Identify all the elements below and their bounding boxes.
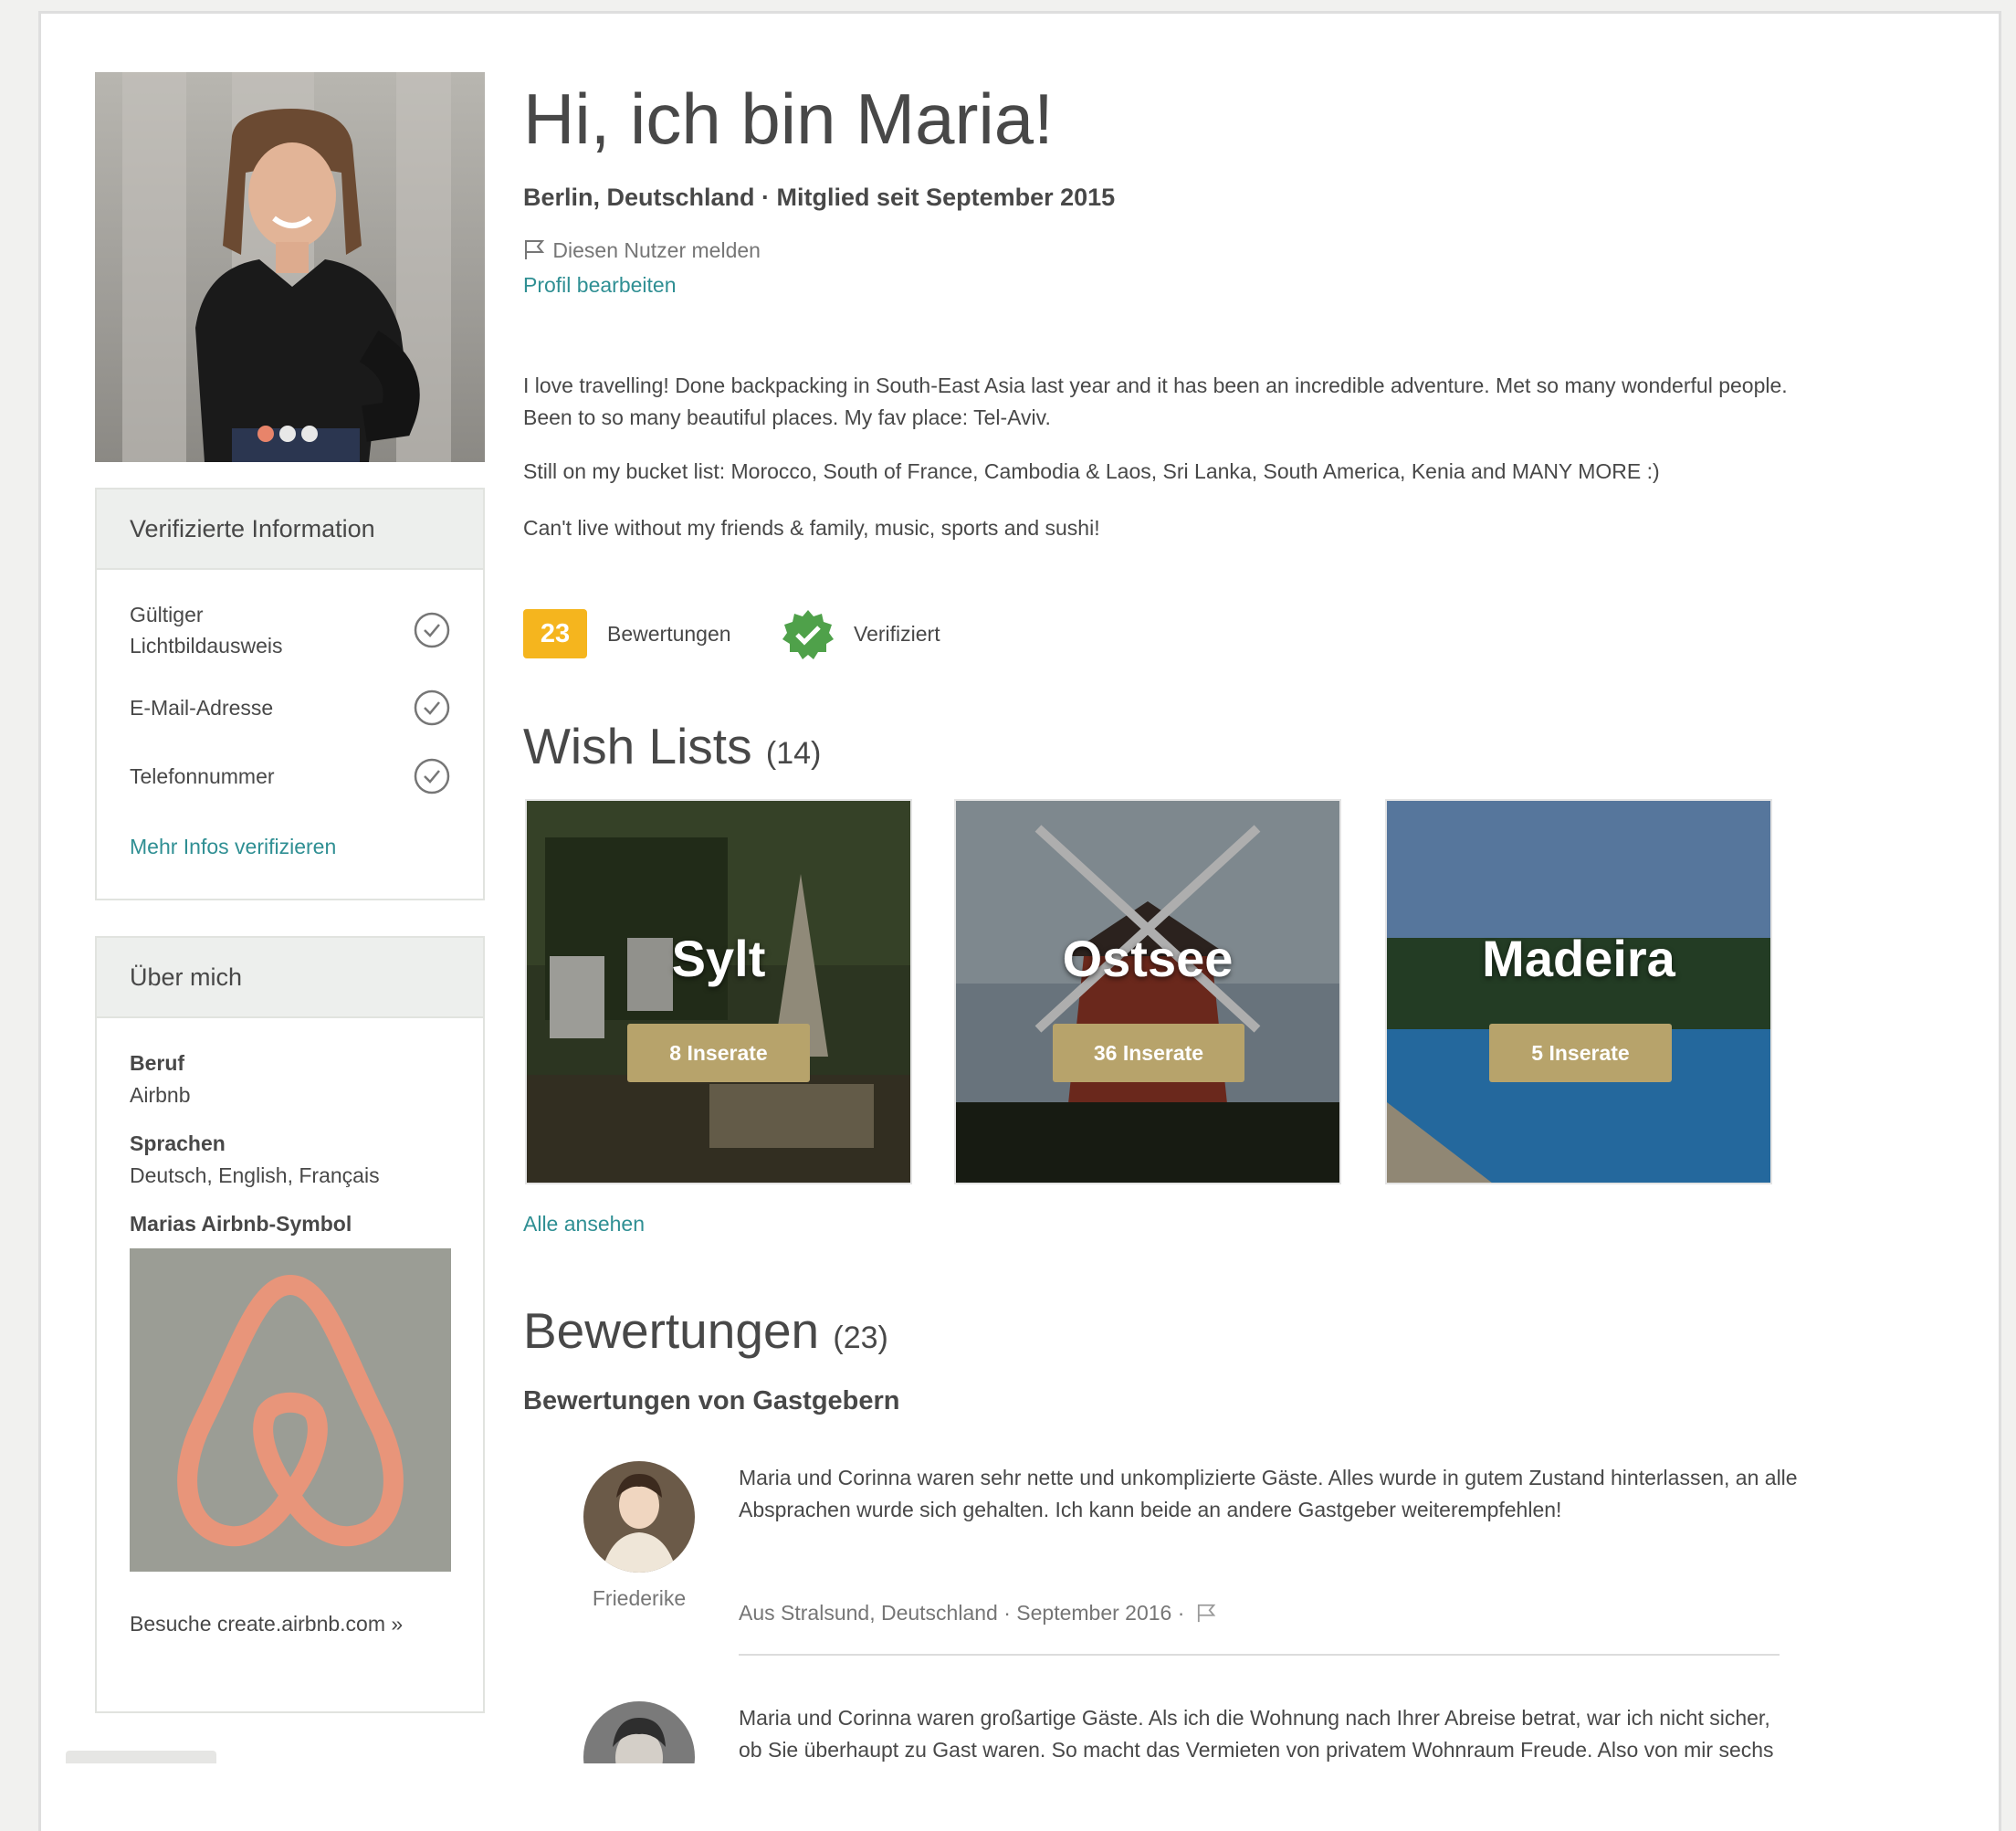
profile-content: Verifizierte Information Gültiger Lichtb…	[41, 14, 1999, 1763]
reviewer-avatar[interactable]	[583, 1701, 695, 1763]
reviewer-portrait	[583, 1701, 695, 1763]
languages-label: Sprachen	[130, 1131, 226, 1155]
host-reviews-title: Bewertungen von Gastgebern	[523, 1386, 900, 1415]
wish-list-name: Sylt	[671, 930, 766, 987]
job-value: Airbnb	[130, 1083, 191, 1107]
verified-badge-icon	[782, 610, 834, 659]
profile-photo[interactable]	[95, 72, 485, 462]
wish-list-name: Madeira	[1482, 930, 1675, 987]
bio-paragraph: Can't live without my friends & family, …	[523, 516, 1100, 540]
verify-more-link[interactable]: Mehr Infos verifizieren	[130, 831, 450, 862]
create-airbnb-link[interactable]: Besuche create.airbnb.com »	[130, 1612, 403, 1636]
verified-item: Gültiger Lichtbildausweis	[130, 599, 450, 663]
report-user-link[interactable]: Diesen Nutzer melden	[523, 238, 761, 263]
review-meta: Aus Stralsund, Deutschland · September 2…	[739, 1601, 1218, 1626]
verified-item-label: E-Mail-Adresse	[130, 696, 274, 720]
wish-list-count-pill[interactable]: 8 Inserate	[627, 1024, 810, 1082]
languages-value: Deutsch, English, Français	[130, 1163, 380, 1187]
person-illustration	[195, 109, 420, 462]
view-all-wish-lists-link[interactable]: Alle ansehen	[523, 1212, 645, 1236]
wish-list-card[interactable]: Sylt 8 Inserate	[525, 799, 912, 1184]
profile-subtitle: Berlin, Deutschland · Mitglied seit Sept…	[523, 184, 1116, 211]
wish-list-count-pill[interactable]: 36 Inserate	[1053, 1024, 1244, 1082]
about-box: Über mich Beruf Airbnb Sprachen Deutsch,…	[95, 936, 485, 1713]
page-frame: Verifizierte Information Gültiger Lichtb…	[38, 11, 2001, 1831]
bio-paragraph: I love travelling! Done backpacking in S…	[523, 374, 1788, 429]
verified-item: E-Mail-Adresse	[130, 689, 450, 729]
wish-list-card[interactable]: Madeira 5 Inserate	[1385, 799, 1772, 1184]
reviewer-avatar[interactable]	[583, 1461, 695, 1573]
review-count-label[interactable]: Bewertungen	[607, 622, 731, 647]
symbol-label: Marias Airbnb-Symbol	[130, 1212, 352, 1236]
job-label: Beruf	[130, 1051, 185, 1075]
review-divider	[739, 1654, 1780, 1656]
wish-list-card[interactable]: Ostsee 36 Inserate	[954, 799, 1341, 1184]
review-text: Maria und Corinna waren großartige Gäste…	[739, 1706, 1774, 1762]
flag-icon	[525, 240, 545, 259]
verified-info-box: Verifizierte Information Gültiger Lichtb…	[95, 488, 485, 900]
verified-item: Telefonnummer	[130, 758, 450, 797]
review-text: Maria und Corinna waren sehr nette und u…	[739, 1466, 1798, 1521]
report-user-label: Diesen Nutzer melden	[552, 238, 761, 262]
wish-lists-count: (14)	[765, 736, 822, 771]
edit-profile-link[interactable]: Profil bearbeiten	[523, 273, 677, 298]
photo-dot[interactable]	[279, 426, 296, 442]
page-title: Hi, ich bin Maria!	[523, 79, 1054, 159]
check-circle-icon	[414, 612, 450, 648]
sylt-photo	[527, 801, 910, 1183]
check-circle-icon	[414, 758, 450, 794]
bio-paragraph: Still on my bucket list: Morocco, South …	[523, 459, 1660, 483]
verified-item-label: Telefonnummer	[130, 764, 275, 788]
reviewer-portrait	[583, 1461, 695, 1573]
verified-info-title: Verifizierte Information	[97, 489, 483, 570]
airbnb-symbol-image	[130, 1248, 451, 1572]
wish-lists-title: Wish Lists	[523, 718, 752, 774]
wish-lists-heading: Wish Lists (14)	[523, 717, 821, 775]
photo-dot[interactable]	[257, 426, 274, 442]
airbnb-logo-icon	[177, 1275, 404, 1547]
madeira-photo	[1387, 801, 1770, 1183]
verified-label: Verifiziert	[854, 622, 940, 646]
flag-icon[interactable]	[1196, 1603, 1218, 1623]
bottom-tab[interactable]	[66, 1751, 216, 1763]
reviews-heading: Bewertungen (23)	[523, 1301, 888, 1360]
reviews-count: (23)	[833, 1321, 888, 1355]
reviews-title: Bewertungen	[523, 1302, 820, 1359]
photo-dot[interactable]	[301, 426, 318, 442]
wish-list-name: Ostsee	[1062, 930, 1234, 987]
reviewer-name[interactable]: Friederike	[583, 1586, 695, 1611]
verified-item-label: Gültiger Lichtbildausweis	[130, 603, 283, 658]
wish-list-count-pill[interactable]: 5 Inserate	[1489, 1024, 1672, 1082]
review-count-badge[interactable]: 23	[523, 609, 587, 658]
review-meta-text: Aus Stralsund, Deutschland · September 2…	[739, 1601, 1185, 1625]
about-title: Über mich	[97, 938, 483, 1018]
check-circle-icon	[414, 689, 450, 726]
ostsee-photo	[956, 801, 1339, 1183]
